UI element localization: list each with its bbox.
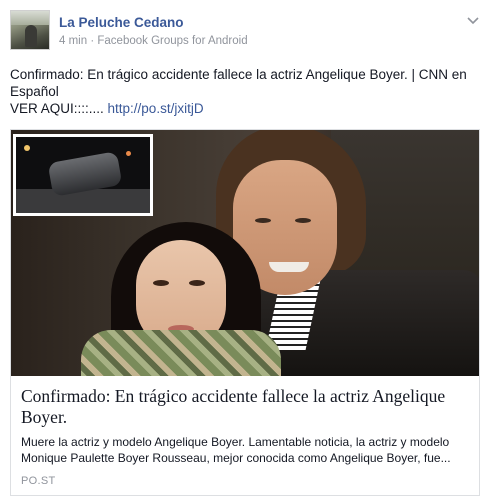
- post-source: Facebook Groups for Android: [97, 35, 248, 47]
- inset-crash-photo: [13, 134, 153, 216]
- link-preview-image[interactable]: [11, 130, 479, 376]
- man-smile: [269, 262, 309, 272]
- post-link[interactable]: http://po.st/jxitjD: [108, 101, 204, 116]
- post-text: Confirmado: En trágico accidente fallece…: [10, 66, 475, 117]
- man-eye-left: [255, 218, 271, 223]
- post-meta: 4 min · Facebook Groups for Android: [59, 35, 248, 47]
- avatar-sky: [11, 11, 49, 25]
- feed-post: La Peluche Cedano 4 min · Facebook Group…: [0, 0, 489, 504]
- man-eye-right: [295, 218, 311, 223]
- inset-light: [24, 145, 30, 151]
- avatar[interactable]: [10, 10, 50, 50]
- post-text-line1: Confirmado: En trágico accidente fallece…: [10, 67, 467, 99]
- link-preview-description: Muere la actriz y modelo Angelique Boyer…: [21, 435, 451, 465]
- inset-road: [16, 189, 150, 213]
- woman-scarf: [81, 330, 281, 376]
- woman-eye-right: [189, 280, 205, 286]
- post-text-prefix: VER AQUI::::....: [10, 101, 108, 116]
- post-header: La Peluche Cedano 4 min · Facebook Group…: [10, 10, 480, 52]
- link-preview-domain: PO.ST: [21, 475, 56, 487]
- post-time[interactable]: 4 min: [59, 35, 87, 47]
- woman-eye-left: [153, 280, 169, 286]
- link-preview-card[interactable]: Confirmado: En trágico accidente fallece…: [10, 129, 480, 496]
- author-name[interactable]: La Peluche Cedano: [59, 15, 184, 30]
- link-preview-info[interactable]: Confirmado: En trágico accidente fallece…: [11, 376, 479, 495]
- meta-separator: ·: [90, 35, 95, 47]
- link-preview-title[interactable]: Confirmado: En trágico accidente fallece…: [21, 386, 471, 428]
- chevron-down-icon[interactable]: [466, 14, 480, 26]
- inset-light-2: [126, 151, 131, 156]
- avatar-figure: [25, 25, 37, 47]
